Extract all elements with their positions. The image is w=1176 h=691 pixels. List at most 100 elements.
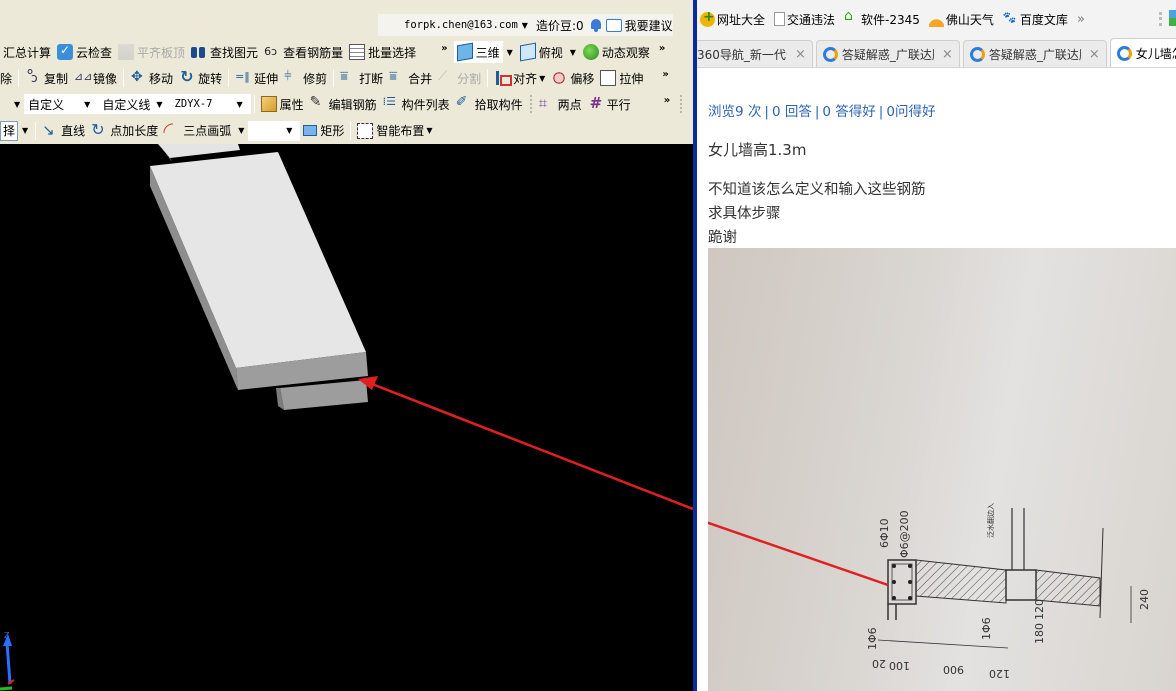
line-label: 直线 (61, 124, 86, 138)
align-dropdown-icon[interactable]: ▼ (539, 74, 545, 83)
move-button[interactable]: 移动 (127, 67, 176, 89)
arc-mode-combo[interactable]: ▼ (248, 120, 301, 141)
ie-icon (969, 46, 985, 62)
top-view-button[interactable]: 俯视 (517, 41, 566, 63)
app-icon[interactable] (1169, 10, 1176, 26)
right-wall (1099, 527, 1104, 619)
pick-element-button[interactable]: 拾取构件 (453, 93, 526, 115)
3d-view-button[interactable]: 三维 (453, 41, 503, 63)
parallel-button[interactable]: 平行 (585, 93, 634, 115)
rotate-button[interactable]: 旋转 (176, 67, 225, 89)
page-icon (774, 12, 786, 26)
separator (253, 95, 255, 113)
stretch-button[interactable]: 拉伸 (597, 67, 646, 89)
toolbar-grip[interactable] (680, 95, 683, 113)
point-length-button[interactable]: 点加长度 (88, 120, 161, 142)
toolbar-row-4: 择 ▼ 直线 点加长度 三点画弧 ▼ ▼ 矩形 智能布置▼ (0, 117, 693, 144)
two-point-button[interactable]: 两点 (536, 93, 585, 115)
cloud-check-button[interactable]: 云检查 (54, 41, 115, 63)
view-rebar-qty-button[interactable]: 查看钢筋量 (261, 41, 346, 63)
bookmark-item[interactable]: 交通违法 (774, 11, 835, 28)
extend-button[interactable]: 延伸 (232, 67, 281, 89)
rectangle-button[interactable]: 矩形 (300, 120, 347, 142)
bookmarks-more-chevron[interactable]: » (1077, 12, 1085, 27)
answers-count[interactable]: 0 回答 (772, 104, 812, 120)
rebar-dot (908, 580, 912, 584)
merge-button[interactable]: 合并 (386, 67, 435, 89)
break-button[interactable]: 打断 (337, 67, 386, 89)
toolbar-overflow-chevron-4[interactable]: » (664, 95, 670, 106)
toolbar-overflow-chevron-3[interactable]: » (662, 69, 668, 80)
properties-button[interactable]: 属性 (258, 93, 307, 115)
tab-active[interactable]: 女儿墙怎么定义 (1109, 38, 1176, 67)
copy-button[interactable]: 复制 (22, 66, 71, 89)
bell-icon[interactable] (590, 18, 602, 32)
batch-select-button[interactable]: 批量选择 (346, 41, 419, 63)
good-questions-count[interactable]: 0问得好 (886, 104, 935, 120)
toolbar-overflow-chevron[interactable]: » (441, 43, 447, 54)
label-dim-180: 180 (1033, 623, 1046, 644)
3d-viewport[interactable]: Z (0, 144, 693, 691)
three-point-arc-button[interactable]: 三点画弧 (161, 120, 234, 142)
bookmark-label: 网址大全 (717, 12, 766, 27)
viewport-canvas: Z (0, 144, 693, 691)
floor-dropdown-icon[interactable]: ▼ (14, 100, 20, 109)
top-view-label: 俯视 (538, 45, 563, 60)
type-combo[interactable]: 自定义线 ▼ (98, 94, 171, 114)
delete-button[interactable]: 除 (0, 67, 15, 89)
3d-view-dropdown-icon[interactable]: ▼ (507, 48, 513, 57)
move-label: 移动 (149, 71, 174, 86)
account-email[interactable]: forpk.chen@163.com (404, 19, 518, 31)
separator (18, 69, 20, 87)
arc-dropdown-icon[interactable]: ▼ (238, 126, 244, 135)
align-slab-top-button[interactable]: 平齐板顶 (115, 41, 188, 63)
tab-close-icon[interactable]: × (1089, 47, 1100, 62)
smart-layout-dropdown-icon: ▼ (426, 126, 433, 135)
select-dropdown-icon[interactable]: ▼ (22, 126, 28, 135)
smart-layout-button[interactable]: 智能布置 ▼ (354, 120, 435, 142)
bookmark-item[interactable]: 软件-2345 (844, 8, 920, 28)
eyedropper-icon (456, 94, 472, 112)
annotation-arrow-line (371, 382, 693, 511)
toolbar-overflow-chevron-2[interactable]: » (659, 43, 665, 54)
tab[interactable]: 答疑解惑_广联达服务新干线 × (815, 40, 960, 67)
split-button[interactable]: 分割 (435, 67, 484, 89)
mirror-button[interactable]: 镜像 (71, 67, 120, 89)
bookmark-item[interactable]: 佛山天气 (928, 11, 994, 28)
attached-drawing-photo[interactable]: 6Φ10 Φ6@200 1Φ6 1Φ6 20 100 900 120 180 1… (708, 248, 1176, 691)
cad-application: forpk.chen@163.com ▼ 造价豆:0 我要建议 汇总计算 云检查… (0, 0, 693, 691)
align-label: 对齐 (513, 71, 538, 86)
find-element-button[interactable]: 查找图元 (188, 41, 261, 63)
suggest-link[interactable]: 我要建议 (625, 17, 673, 34)
tab[interactable]: 360导航_新一代安全上网导航 × (697, 40, 813, 67)
account-dropdown-icon[interactable]: ▼ (522, 21, 528, 30)
element-list-button[interactable]: 构件列表 (380, 93, 453, 115)
summary-calc-button[interactable]: 汇总计算 (0, 41, 54, 63)
align-icon (494, 70, 513, 86)
edit-rebar-label: 编辑钢筋 (328, 97, 377, 112)
trim-button[interactable]: 修剪 (281, 67, 330, 89)
feedback-icon[interactable] (605, 15, 622, 32)
bookmark-item[interactable]: 网址大全 (700, 9, 766, 28)
align-button[interactable]: 对齐 ▼ (491, 67, 548, 89)
edit-rebar-icon (310, 94, 326, 112)
edit-rebar-button[interactable]: 编辑钢筋 (307, 93, 380, 115)
top-view-dropdown-icon[interactable]: ▼ (570, 48, 576, 57)
page-content: 浏览9 次 | 0 回答 | 0 答得好 | 0问得好 女儿墙高1.3m 不知道该怎么定义和… (697, 69, 1176, 691)
copy-icon (25, 66, 41, 86)
offset-button[interactable]: 偏移 (548, 67, 597, 89)
rotate-icon (179, 67, 195, 86)
tab-close-icon[interactable]: × (942, 47, 953, 62)
tab-close-icon[interactable]: × (795, 47, 806, 62)
bookmark-item[interactable]: 百度文库 (1003, 11, 1068, 28)
two-point-icon (539, 94, 555, 112)
element-combo[interactable]: ZDYX-7 ▼ (170, 94, 251, 114)
category-combo[interactable]: 自定义 ▼ (24, 94, 99, 114)
dynamic-orbit-button[interactable]: 动态观察 (580, 41, 653, 63)
trim-icon (284, 69, 300, 86)
toolbar-grip[interactable] (529, 95, 532, 113)
tab[interactable]: 答疑解惑_广联达服务新干线 × (962, 40, 1107, 67)
good-answers-count[interactable]: 0 答得好 (822, 104, 875, 120)
select-button[interactable]: 择 (0, 120, 19, 141)
line-button[interactable]: 直线 (39, 120, 88, 142)
